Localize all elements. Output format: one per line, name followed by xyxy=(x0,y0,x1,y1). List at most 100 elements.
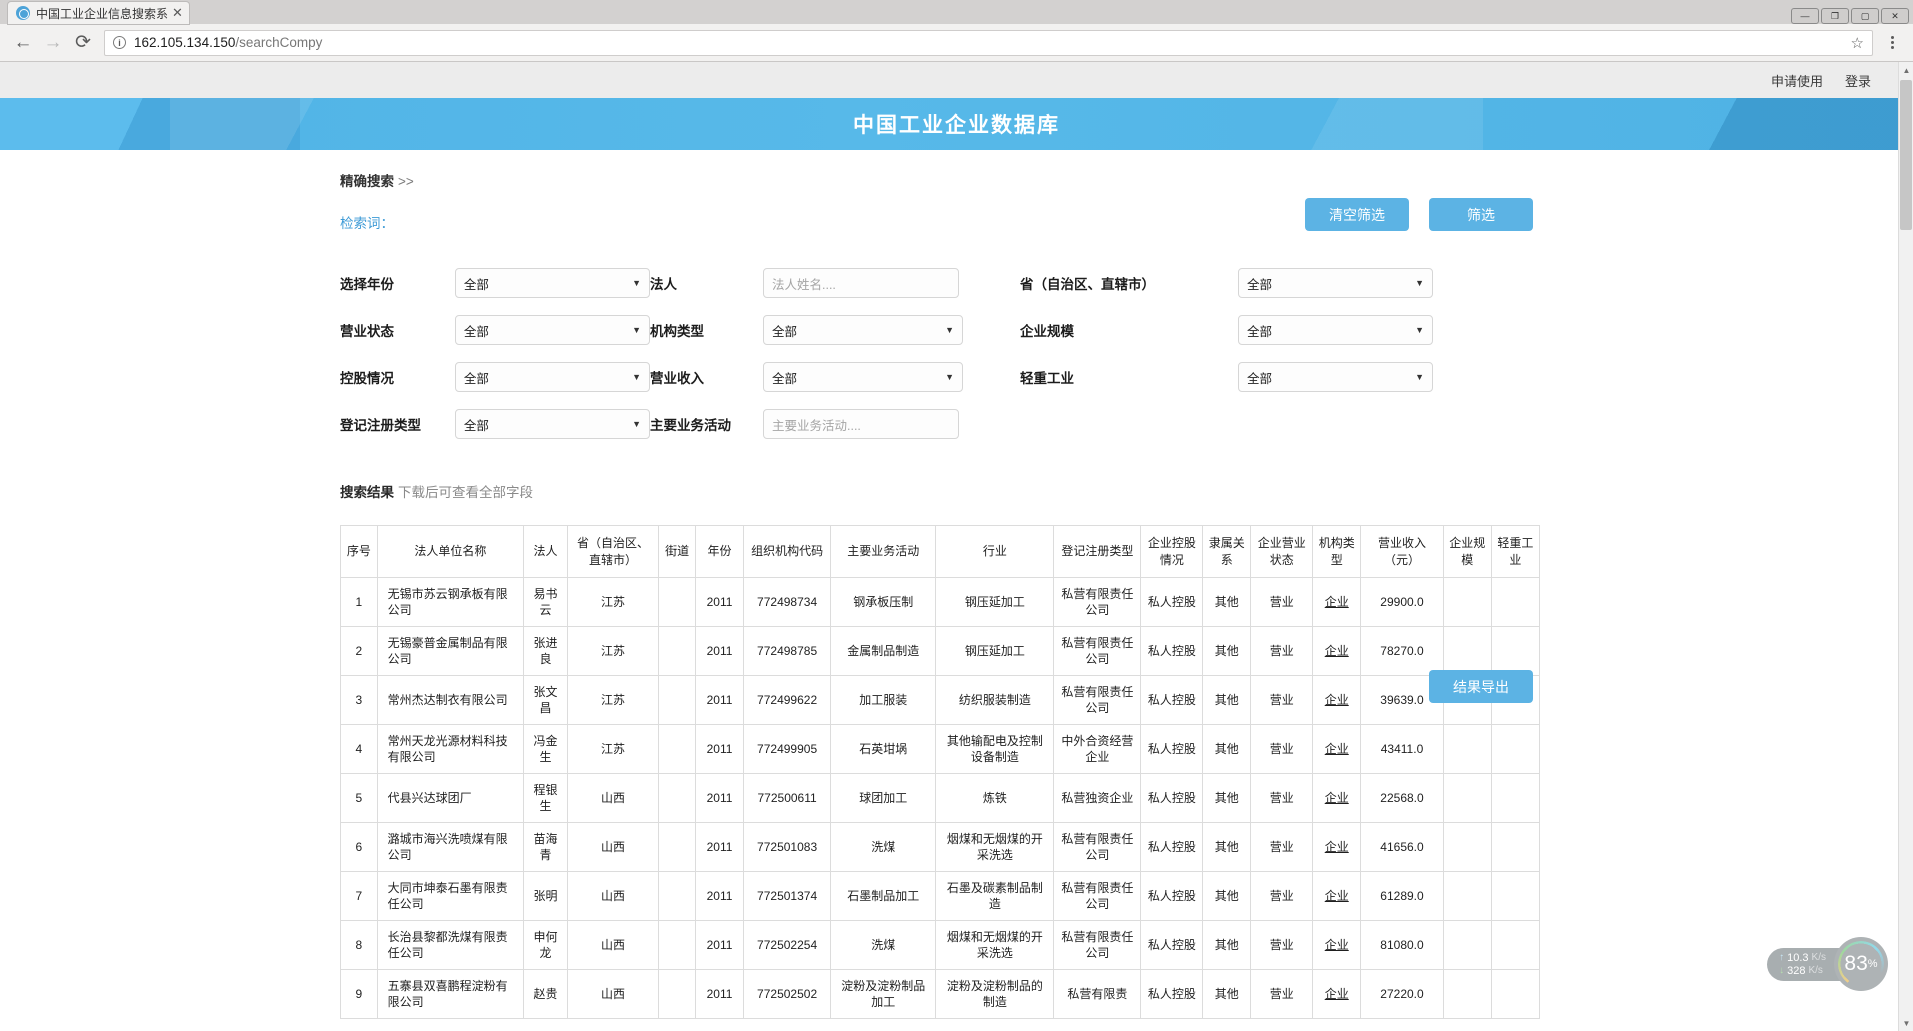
back-icon[interactable]: ← xyxy=(8,28,38,58)
clear-filters-button[interactable]: 清空筛选 xyxy=(1305,198,1409,231)
cell-org-type[interactable]: 企业 xyxy=(1312,871,1362,921)
cell-org-type[interactable]: 企业 xyxy=(1312,724,1362,774)
business-status-select[interactable]: 全部 ▼ xyxy=(454,315,650,345)
col-legal-person: 法人 xyxy=(523,525,568,578)
cell-org-type[interactable]: 企业 xyxy=(1312,773,1362,823)
upload-speed-unit: K/s xyxy=(1811,952,1826,963)
banner-shape-right2 xyxy=(1153,98,1483,150)
cell-org-type[interactable]: 企业 xyxy=(1312,675,1362,725)
forward-icon[interactable]: → xyxy=(38,28,68,58)
legal-person-input[interactable]: 法人姓名.... xyxy=(763,268,959,298)
cell-index: 2 xyxy=(340,626,378,676)
org-type-link[interactable]: 企业 xyxy=(1325,840,1349,854)
chevron-down-icon: ▼ xyxy=(632,419,641,429)
network-speed-widget[interactable]: ↑ 10.3 K/s ↓ 328 K/s 83% xyxy=(1767,937,1888,991)
col-holding: 企业控股情况 xyxy=(1140,525,1204,578)
cell-year: 2011 xyxy=(694,773,745,823)
cell-industry: 其他输配电及控制设备制造 xyxy=(935,724,1055,774)
precise-search-arrows[interactable]: >> xyxy=(398,174,414,189)
apply-link[interactable]: 申请使用 xyxy=(1771,71,1823,90)
scrollbar-thumb[interactable] xyxy=(1900,80,1912,230)
year-select[interactable]: 全部 ▼ xyxy=(454,268,650,298)
scroll-up-icon[interactable]: ▲ xyxy=(1899,62,1913,78)
holding-select[interactable]: 全部 ▼ xyxy=(454,362,650,392)
cell-registration-type: 私营独资企业 xyxy=(1053,773,1142,823)
cell-org-type[interactable]: 企业 xyxy=(1312,577,1362,627)
col-company-name: 法人单位名称 xyxy=(376,525,525,578)
filter-label: 营业状态 xyxy=(340,324,394,339)
cell-org-type[interactable]: 企业 xyxy=(1312,822,1362,872)
cell-org-type[interactable]: 企业 xyxy=(1312,626,1362,676)
cell-index: 5 xyxy=(340,773,378,823)
banner-shape-right xyxy=(1563,98,1913,150)
org-type-link[interactable]: 企业 xyxy=(1325,693,1349,707)
site-banner: 中国工业企业数据库 xyxy=(0,98,1913,150)
minimize-icon[interactable]: — xyxy=(1791,8,1819,24)
cell-light-heavy xyxy=(1490,920,1541,970)
cell-revenue: 27220.0 xyxy=(1360,969,1444,1019)
cell-org-type[interactable]: 企业 xyxy=(1312,969,1362,1019)
cell-business-status: 营业 xyxy=(1250,920,1314,970)
main-activity-input[interactable]: 主要业务活动.... xyxy=(763,409,959,439)
select-value: 全部 xyxy=(1247,277,1273,292)
browser-menu-icon[interactable] xyxy=(1879,29,1905,57)
filter-label: 主要业务活动 xyxy=(650,418,731,433)
org-type-link[interactable]: 企业 xyxy=(1325,987,1349,1001)
filter-action-buttons: 清空筛选 筛选 xyxy=(1305,198,1533,231)
org-type-link[interactable]: 企业 xyxy=(1325,889,1349,903)
memory-usage-dial[interactable]: 83% xyxy=(1834,937,1888,991)
cell-scale xyxy=(1442,969,1492,1019)
province-select[interactable]: 全部 ▼ xyxy=(1238,268,1433,298)
cell-company-name: 代县兴达球团厂 xyxy=(376,773,525,823)
apply-filters-button[interactable]: 筛选 xyxy=(1429,198,1533,231)
select-value: 全部 xyxy=(772,371,798,386)
revenue-select[interactable]: 全部 ▼ xyxy=(763,362,963,392)
enterprise-scale-select[interactable]: 全部 ▼ xyxy=(1238,315,1433,345)
site-info-icon[interactable]: i xyxy=(113,36,126,49)
chevron-down-icon: ▼ xyxy=(632,278,641,288)
results-table: 序号 法人单位名称 法人 省（自治区、直辖市） 街道 年份 组织机构代码 主要业… xyxy=(340,525,1541,1019)
chevron-down-icon: ▼ xyxy=(1415,325,1424,335)
col-scale: 企业规模 xyxy=(1442,525,1492,578)
org-type-link[interactable]: 企业 xyxy=(1325,938,1349,952)
registration-type-select[interactable]: 全部 ▼ xyxy=(454,409,650,439)
export-results-button[interactable]: 结果导出 xyxy=(1429,670,1533,703)
cell-street xyxy=(658,920,696,970)
cell-index: 1 xyxy=(340,577,378,627)
cell-org-type[interactable]: 企业 xyxy=(1312,920,1362,970)
org-type-link[interactable]: 企业 xyxy=(1325,791,1349,805)
scroll-down-icon[interactable]: ▼ xyxy=(1899,1015,1913,1031)
cell-legal-person: 冯金生 xyxy=(523,724,568,774)
browser-tab[interactable]: 中国工业企业信息搜索系 ✕ xyxy=(8,2,189,24)
cell-street xyxy=(658,969,696,1019)
page-scrollbar[interactable]: ▲ ▼ xyxy=(1898,62,1913,1031)
address-bar[interactable]: i 162.105.134.150/searchCompy ☆ xyxy=(104,29,1873,56)
reload-icon[interactable]: ⟳ xyxy=(68,28,98,58)
cell-revenue: 81080.0 xyxy=(1360,920,1444,970)
org-type-select[interactable]: 全部 ▼ xyxy=(763,315,963,345)
close-window-icon[interactable]: ✕ xyxy=(1881,8,1909,24)
close-icon[interactable]: ✕ xyxy=(172,5,183,21)
cell-light-heavy xyxy=(1490,822,1541,872)
col-registration-type: 登记注册类型 xyxy=(1053,525,1142,578)
cell-registration-type: 私营有限责任公司 xyxy=(1053,577,1142,627)
org-type-link[interactable]: 企业 xyxy=(1325,742,1349,756)
keyword-label: 检索词： xyxy=(340,216,394,231)
cell-year: 2011 xyxy=(694,577,745,627)
bookmark-star-icon[interactable]: ☆ xyxy=(1851,34,1864,52)
org-type-link[interactable]: 企业 xyxy=(1325,595,1349,609)
cell-holding: 私人控股 xyxy=(1140,724,1204,774)
cell-holding: 私人控股 xyxy=(1140,969,1204,1019)
filter-label: 营业收入 xyxy=(650,371,704,386)
restore-icon[interactable]: ❐ xyxy=(1821,8,1849,24)
table-row: 5 代县兴达球团厂 程银生 山西 2011 772500611 球团加工 炼铁 私营独资企业 私人… xyxy=(340,773,1541,823)
light-heavy-industry-select[interactable]: 全部 ▼ xyxy=(1238,362,1433,392)
select-value: 全部 xyxy=(1247,371,1273,386)
maximize-icon[interactable]: ▢ xyxy=(1851,8,1879,24)
filter-main-activity: 主要业务活动 主要业务活动.... xyxy=(650,409,1020,439)
filter-holding: 控股情况 全部 ▼ xyxy=(340,362,650,392)
org-type-link[interactable]: 企业 xyxy=(1325,644,1349,658)
login-link[interactable]: 登录 xyxy=(1845,71,1871,90)
main-content: 精确搜索 >> 检索词： 清空筛选 筛选 选择年份 全部 ▼ 法人 法人姓名...… xyxy=(0,170,1913,1019)
cell-legal-person: 张明 xyxy=(523,871,568,921)
